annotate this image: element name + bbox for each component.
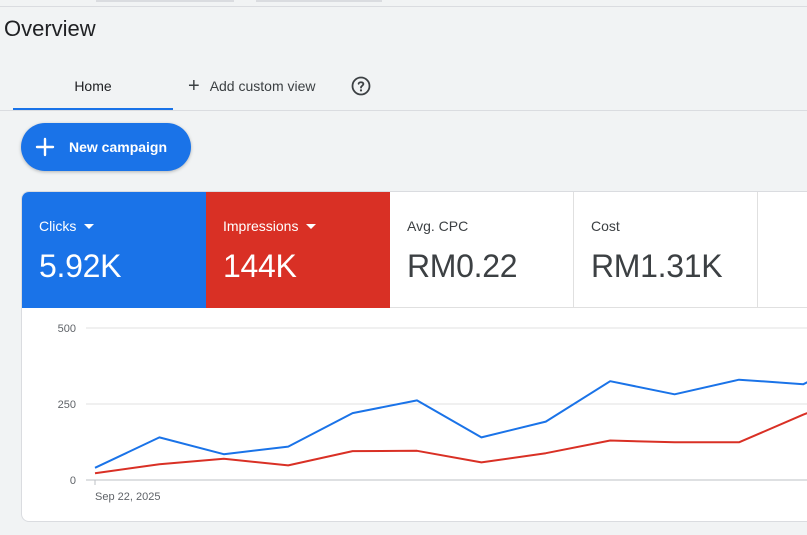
metric-impressions-header: Impressions bbox=[223, 218, 389, 234]
metric-impressions-label: Impressions bbox=[223, 218, 299, 234]
metric-avg-cpc-value: RM0.22 bbox=[407, 248, 518, 284]
new-campaign-button[interactable]: New campaign bbox=[21, 123, 191, 171]
top-strip-segment bbox=[96, 0, 234, 2]
series-line-1 bbox=[94, 378, 807, 469]
line-chart: 500 250 0 Sep 22, 2025 bbox=[58, 323, 807, 503]
tab-home-label: Home bbox=[74, 78, 112, 94]
series-layer bbox=[94, 378, 807, 475]
performance-card: Clicks 5.92K Impressions 144K Avg. CPC R… bbox=[21, 191, 807, 522]
plus-icon bbox=[35, 137, 55, 157]
metric-impressions[interactable]: Impressions 144K bbox=[206, 192, 390, 308]
metric-avg-cpc-label: Avg. CPC bbox=[407, 218, 469, 234]
tab-home[interactable]: Home bbox=[13, 64, 173, 110]
metric-clicks[interactable]: Clicks 5.92K bbox=[22, 192, 206, 308]
help-icon[interactable] bbox=[351, 76, 371, 96]
new-campaign-label: New campaign bbox=[69, 139, 168, 155]
series-line-2 bbox=[94, 412, 807, 475]
page-title: Overview bbox=[4, 16, 96, 41]
add-custom-view-label: Add custom view bbox=[209, 78, 316, 94]
metric-cost-label: Cost bbox=[591, 218, 620, 234]
performance-chart: 500 250 0 Sep 22, 2025 bbox=[22, 312, 807, 518]
metric-empty-slot bbox=[758, 192, 807, 308]
add-custom-view-button[interactable]: + Add custom view bbox=[188, 64, 316, 108]
plus-icon: + bbox=[188, 75, 200, 97]
overview-page: Overview Home + Add custom view New camp… bbox=[0, 0, 807, 535]
metric-clicks-header: Clicks bbox=[39, 218, 205, 234]
metric-avg-cpc[interactable]: Avg. CPC RM0.22 bbox=[390, 192, 574, 308]
y-tick-250: 250 bbox=[58, 399, 76, 411]
chevron-down-icon[interactable] bbox=[306, 223, 317, 229]
metric-cost-value: RM1.31K bbox=[591, 248, 723, 284]
y-tick-500: 500 bbox=[58, 323, 76, 335]
metric-clicks-label: Clicks bbox=[39, 218, 77, 234]
chevron-down-icon[interactable] bbox=[84, 223, 95, 229]
view-tabs: Home + Add custom view bbox=[0, 64, 807, 111]
y-tick-0: 0 bbox=[70, 475, 76, 487]
metric-avg-cpc-header: Avg. CPC bbox=[407, 218, 573, 234]
top-strip-segment bbox=[256, 0, 382, 2]
metric-cost[interactable]: Cost RM1.31K bbox=[574, 192, 758, 308]
x-tick-label: Sep 22, 2025 bbox=[95, 491, 160, 503]
top-strip bbox=[0, 0, 807, 7]
metric-impressions-value: 144K bbox=[223, 248, 297, 284]
metric-cost-header: Cost bbox=[591, 218, 757, 234]
metric-clicks-value: 5.92K bbox=[39, 248, 122, 284]
